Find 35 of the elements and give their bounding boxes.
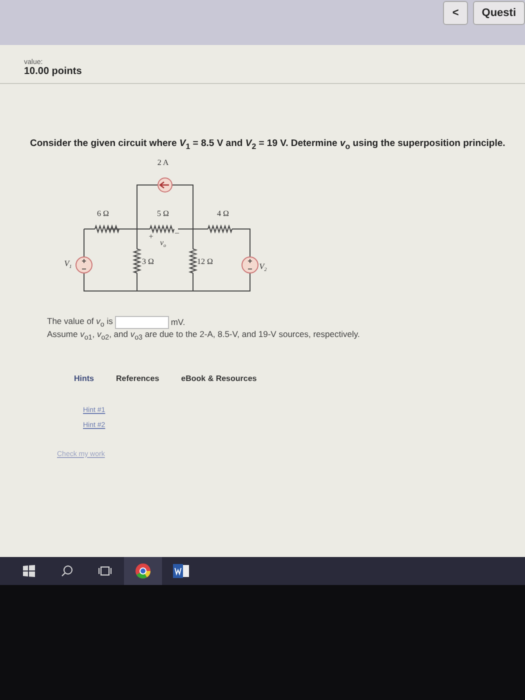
resistor-icon bbox=[208, 224, 232, 234]
question-button[interactable]: Questi bbox=[472, 1, 525, 25]
resistor-icon bbox=[94, 224, 120, 234]
tab[interactable]: References bbox=[116, 374, 160, 383]
resistor-icon bbox=[132, 248, 142, 274]
circuit-label: 2 A bbox=[157, 158, 169, 167]
points-text: 10.00 points bbox=[24, 66, 83, 77]
circuit-label: 4 Ω bbox=[217, 208, 229, 218]
browser-icon[interactable] bbox=[135, 563, 151, 579]
circuit-label: – bbox=[175, 228, 179, 237]
windows-icon[interactable] bbox=[23, 565, 35, 577]
current-source-icon bbox=[158, 177, 172, 192]
search-icon[interactable] bbox=[61, 565, 73, 577]
circuit-label: 12 Ω bbox=[197, 256, 213, 266]
document-app-icon[interactable] bbox=[173, 564, 189, 578]
unit-label: mV. bbox=[170, 317, 186, 328]
tab[interactable]: eBook & Resources bbox=[181, 374, 257, 383]
tab[interactable]: Hints bbox=[74, 374, 94, 383]
back-button[interactable]: < bbox=[443, 1, 468, 25]
voltage-source-icon bbox=[76, 256, 92, 274]
circuit-label: + bbox=[148, 232, 154, 241]
resistor-icon bbox=[150, 224, 174, 234]
circuit-label: v$_{o}$ bbox=[160, 238, 166, 249]
assume-text: Assume v$_{o1}$, v$_{o2}$, and v$_{o3}$ are due to the 2-A, 8.5-V, and 19-V sources, respectively. bbox=[47, 328, 360, 342]
circuit-label: V$_{1}$ bbox=[64, 258, 72, 270]
circuit-label: 6 Ω bbox=[97, 208, 109, 218]
task-view-icon[interactable] bbox=[98, 566, 112, 576]
circuit-label: V$_{2}$ bbox=[259, 262, 267, 273]
answer-prompt: The value of v$_{o}$ is bbox=[47, 316, 113, 329]
question-text: Consider the given circuit where V$_{1}$ = 8.5 V and V$_{2}$ = 19 V. Determine v$_{o}$ using the superposition principle. bbox=[30, 138, 506, 151]
circuit-label: 5 Ω bbox=[157, 208, 169, 218]
circuit-label: 3 Ω bbox=[142, 256, 154, 266]
answer-field[interactable] bbox=[114, 316, 169, 329]
resistor-icon bbox=[188, 248, 198, 274]
voltage-source-icon bbox=[242, 256, 258, 274]
